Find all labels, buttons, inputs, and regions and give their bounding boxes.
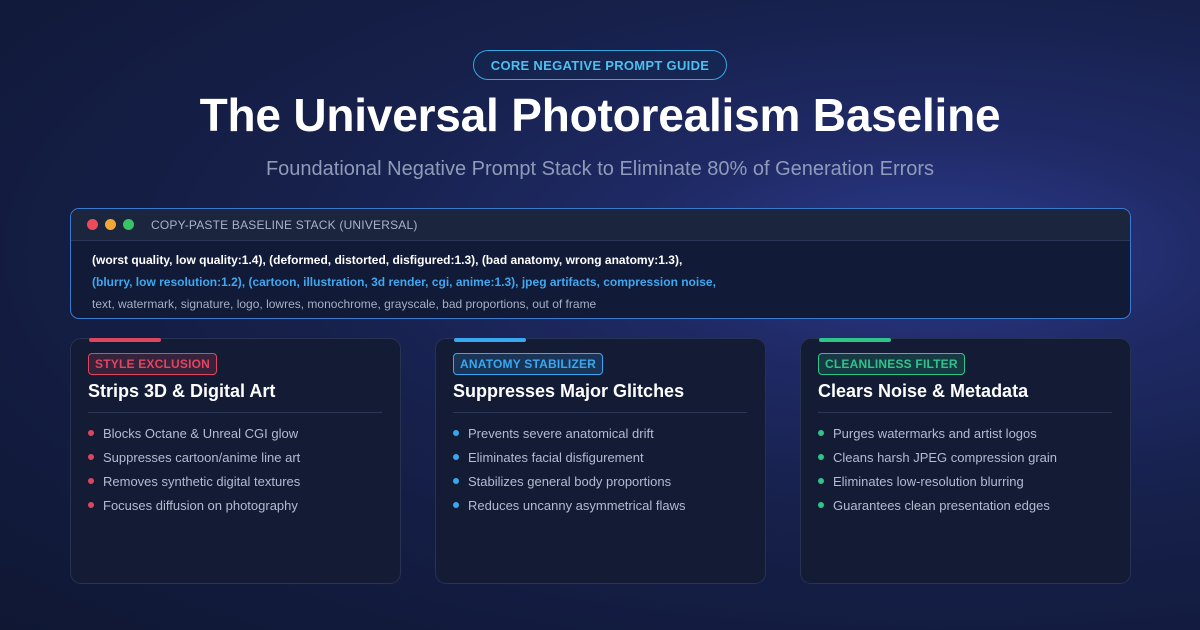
list-item: Cleans harsh JPEG compression grain bbox=[818, 445, 1057, 469]
list-item: Prevents severe anatomical drift bbox=[453, 421, 685, 445]
page-title: The Universal Photorealism Baseline bbox=[199, 89, 1001, 141]
list-item-text: Eliminates facial disfigurement bbox=[468, 449, 644, 465]
card-title: Clears Noise & Metadata bbox=[818, 381, 1029, 401]
list-item: Eliminates low-resolution blurring bbox=[818, 469, 1057, 493]
bullet-icon bbox=[453, 454, 459, 460]
bullet-icon bbox=[818, 478, 824, 484]
prompt-line-3: text, watermark, signature, logo, lowres… bbox=[92, 297, 597, 311]
card-list: Purges watermarks and artist logos Clean… bbox=[818, 421, 1057, 517]
card-list: Prevents severe anatomical drift Elimina… bbox=[453, 421, 685, 517]
list-item: Blocks Octane & Unreal CGI glow bbox=[88, 421, 300, 445]
terminal-title-bar: COPY-PASTE BASELINE STACK (UNIVERSAL) bbox=[71, 209, 1130, 241]
list-item-text: Suppresses cartoon/anime line art bbox=[103, 449, 301, 465]
bullet-icon bbox=[453, 430, 459, 436]
maximize-dot-icon bbox=[123, 219, 134, 230]
list-item-text: Reduces uncanny asymmetrical flaws bbox=[468, 497, 686, 513]
list-item: Focuses diffusion on photography bbox=[88, 493, 300, 517]
list-item-text: Removes synthetic digital textures bbox=[103, 473, 301, 489]
card-anatomy-stabilizer: ANATOMY STABILIZER Suppresses Major Glit… bbox=[435, 338, 766, 584]
list-item: Reduces uncanny asymmetrical flaws bbox=[453, 493, 685, 517]
card-divider bbox=[818, 412, 1112, 413]
list-item-text: Guarantees clean presentation edges bbox=[833, 497, 1050, 513]
list-item: Purges watermarks and artist logos bbox=[818, 421, 1057, 445]
bullet-icon bbox=[88, 454, 94, 460]
card-badge: CLEANLINESS FILTER bbox=[818, 353, 965, 375]
bullet-icon bbox=[818, 502, 824, 508]
list-item: Eliminates facial disfigurement bbox=[453, 445, 685, 469]
terminal-title: COPY-PASTE BASELINE STACK (UNIVERSAL) bbox=[151, 217, 418, 232]
list-item-text: Focuses diffusion on photography bbox=[103, 497, 298, 513]
card-divider bbox=[88, 412, 382, 413]
card-divider bbox=[453, 412, 747, 413]
list-item: Removes synthetic digital textures bbox=[88, 469, 300, 493]
list-item-text: Cleans harsh JPEG compression grain bbox=[833, 449, 1057, 465]
card-title: Suppresses Major Glitches bbox=[453, 381, 685, 401]
minimize-dot-icon bbox=[105, 219, 116, 230]
close-dot-icon bbox=[87, 219, 98, 230]
bullet-icon bbox=[88, 502, 94, 508]
card-badge: STYLE EXCLUSION bbox=[88, 353, 218, 375]
card-title: Strips 3D & Digital Art bbox=[88, 381, 276, 401]
card-list: Blocks Octane & Unreal CGI glow Suppress… bbox=[88, 421, 300, 517]
prompt-line-2: (blurry, low resolution:1.2), (cartoon, … bbox=[92, 275, 716, 289]
card-accent-bar bbox=[89, 338, 161, 342]
card-accent-bar bbox=[819, 338, 891, 342]
bullet-icon bbox=[88, 430, 94, 436]
bullet-icon bbox=[453, 478, 459, 484]
card-accent-bar bbox=[454, 338, 526, 342]
list-item: Stabilizes general body proportions bbox=[453, 469, 685, 493]
list-item-text: Prevents severe anatomical drift bbox=[468, 425, 654, 441]
bullet-icon bbox=[453, 502, 459, 508]
list-item: Suppresses cartoon/anime line art bbox=[88, 445, 300, 469]
card-cleanliness-filter: CLEANLINESS FILTER Clears Noise & Metada… bbox=[800, 338, 1131, 584]
bullet-icon bbox=[88, 478, 94, 484]
list-item-text: Stabilizes general body proportions bbox=[468, 473, 672, 489]
page-subtitle: Foundational Negative Prompt Stack to El… bbox=[265, 158, 935, 180]
prompt-text[interactable]: (worst quality, low quality:1.4), (defor… bbox=[71, 241, 1130, 315]
list-item-text: Purges watermarks and artist logos bbox=[833, 425, 1037, 441]
card-style-exclusion: STYLE EXCLUSION Strips 3D & Digital Art … bbox=[70, 338, 401, 584]
list-item: Guarantees clean presentation edges bbox=[818, 493, 1057, 517]
prompt-line-1: (worst quality, low quality:1.4), (defor… bbox=[92, 253, 683, 267]
guide-tag: CORE NEGATIVE PROMPT GUIDE bbox=[473, 50, 727, 80]
card-badge: ANATOMY STABILIZER bbox=[453, 353, 604, 375]
bullet-icon bbox=[818, 430, 824, 436]
list-item-text: Blocks Octane & Unreal CGI glow bbox=[103, 425, 299, 441]
bullet-icon bbox=[818, 454, 824, 460]
list-item-text: Eliminates low-resolution blurring bbox=[833, 473, 1024, 489]
baseline-stack-terminal[interactable]: COPY-PASTE BASELINE STACK (UNIVERSAL) (w… bbox=[70, 208, 1131, 319]
